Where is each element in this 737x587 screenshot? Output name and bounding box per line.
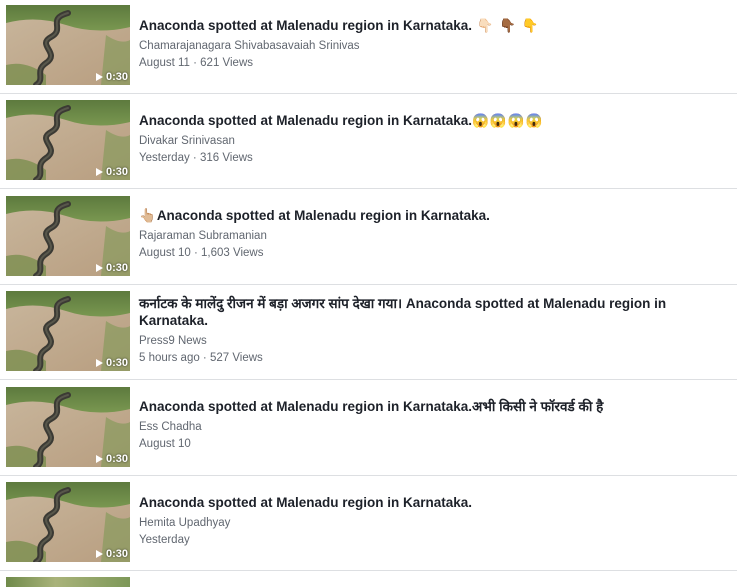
video-info: Anaconda spotted at Malenadu region in K…	[139, 398, 725, 451]
duration-badge: 0:30	[95, 262, 128, 274]
video-thumbnail[interactable]: 0:30	[6, 196, 130, 276]
video-thumbnail[interactable]: 0:30	[6, 5, 130, 85]
video-meta: 5 hours ago · 527 Views	[139, 352, 263, 364]
video-result-item[interactable]: 0:30 Anaconda spotted at Malenadu region…	[0, 95, 737, 189]
video-title[interactable]: Anaconda spotted at Malenadu region in K…	[139, 398, 725, 415]
video-title-text: Anaconda spotted at Malenadu region in K…	[139, 495, 473, 510]
video-title-text: Anaconda spotted at Malenadu region in K…	[139, 113, 473, 128]
video-info: Anaconda spotted at Malenadu region in K…	[139, 494, 725, 547]
video-title-text: Anaconda spotted at Malenadu region in K…	[139, 18, 473, 33]
duration-badge: 0:30	[95, 166, 128, 178]
video-author[interactable]: Ess Chadha	[139, 420, 725, 434]
video-thumbnail-partial[interactable]	[6, 577, 130, 587]
video-result-item[interactable]: 0:30 कर्नाटक के मालेंदु रीजन में बड़ा अज…	[0, 286, 737, 380]
video-author[interactable]: Rajaraman Subramanian	[139, 229, 725, 243]
video-author[interactable]: Divakar Srinivasan	[139, 134, 725, 148]
duration-badge: 0:30	[95, 548, 128, 560]
video-meta: August 10	[139, 438, 191, 450]
video-result-item[interactable]: 0:30 Anaconda spotted at Malenadu region…	[0, 382, 737, 476]
video-author[interactable]: Press9 News	[139, 334, 725, 348]
video-title-text: कर्नाटक के मालेंदु रीजन में बड़ा अजगर सा…	[139, 296, 667, 328]
duration-text: 0:30	[105, 357, 128, 369]
video-title[interactable]: कर्नाटक के मालेंदु रीजन में बड़ा अजगर सा…	[139, 295, 725, 329]
video-meta: August 11 · 621 Views	[139, 57, 254, 69]
video-meta: August 10 · 1,603 Views	[139, 247, 264, 259]
play-icon	[95, 359, 103, 367]
video-info: 👆🏼Anaconda spotted at Malenadu region in…	[139, 207, 725, 260]
play-icon	[95, 455, 103, 463]
duration-text: 0:30	[105, 166, 128, 178]
duration-badge: 0:30	[95, 71, 128, 83]
video-title[interactable]: Anaconda spotted at Malenadu region in K…	[139, 17, 725, 34]
video-thumbnail[interactable]: 0:30	[6, 291, 130, 371]
video-info: कर्नाटक के मालेंदु रीजन में बड़ा अजगर सा…	[139, 295, 725, 365]
video-author[interactable]: Hemita Upadhyay	[139, 516, 725, 530]
title-emojis: 😱😱😱😱	[472, 113, 544, 128]
title-emojis: 👆🏼	[139, 208, 157, 223]
video-meta: Yesterday	[139, 534, 190, 546]
video-thumbnail[interactable]: 0:30	[6, 387, 130, 467]
play-icon	[95, 73, 103, 81]
video-result-item[interactable]: 0:30 Anaconda spotted at Malenadu region…	[0, 477, 737, 571]
duration-text: 0:30	[105, 453, 128, 465]
video-info: Anaconda spotted at Malenadu region in K…	[139, 17, 725, 70]
duration-text: 0:30	[105, 548, 128, 560]
duration-badge: 0:30	[95, 453, 128, 465]
video-title[interactable]: Anaconda spotted at Malenadu region in K…	[139, 494, 725, 511]
video-author[interactable]: Chamarajanagara Shivabasavaiah Srinivas	[139, 39, 725, 53]
duration-text: 0:30	[105, 71, 128, 83]
video-thumbnail[interactable]: 0:30	[6, 482, 130, 562]
play-icon	[95, 550, 103, 558]
play-icon	[95, 168, 103, 176]
video-thumbnail[interactable]: 0:30	[6, 100, 130, 180]
duration-text: 0:30	[105, 262, 128, 274]
play-icon	[95, 264, 103, 272]
title-emojis: 👇🏻 👇🏾 👇	[472, 18, 540, 33]
video-title-text: Anaconda spotted at Malenadu region in K…	[156, 208, 490, 223]
video-title-text: Anaconda spotted at Malenadu region in K…	[139, 399, 604, 414]
video-title[interactable]: Anaconda spotted at Malenadu region in K…	[139, 112, 725, 129]
video-meta: Yesterday · 316 Views	[139, 152, 253, 164]
duration-badge: 0:30	[95, 357, 128, 369]
video-info: Anaconda spotted at Malenadu region in K…	[139, 112, 725, 165]
video-result-item[interactable]: 0:30 👆🏼Anaconda spotted at Malenadu regi…	[0, 191, 737, 285]
video-result-item[interactable]: 0:30 Anaconda spotted at Malenadu region…	[0, 0, 737, 94]
video-title[interactable]: 👆🏼Anaconda spotted at Malenadu region in…	[139, 207, 725, 224]
